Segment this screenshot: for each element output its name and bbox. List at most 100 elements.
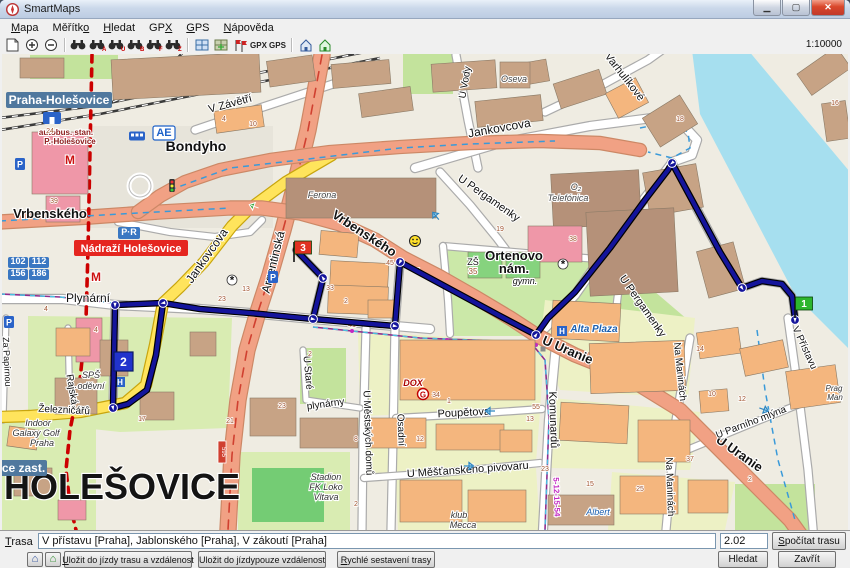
route-node	[111, 301, 120, 310]
map-label: O₂	[571, 182, 582, 192]
building	[111, 54, 261, 100]
quick-route-button[interactable]: Rychlé sestavení trasy	[337, 551, 435, 568]
g-letter: G	[420, 391, 426, 400]
building	[300, 418, 358, 448]
menu-item-6[interactable]: Nápověda	[217, 21, 281, 35]
route-node	[396, 258, 405, 267]
zoom-in-button[interactable]	[23, 37, 40, 53]
station-icon	[43, 112, 61, 124]
map-label: SPŠ	[82, 370, 100, 380]
map-label: P.-Holešovice	[44, 137, 96, 146]
house-number: 23	[218, 296, 226, 303]
bus-win	[140, 134, 143, 137]
bus-win	[136, 134, 139, 137]
p-letter: P	[6, 318, 12, 328]
p-letter: P	[17, 160, 23, 170]
house-number: 2	[308, 351, 312, 358]
badge-text: 186	[31, 268, 46, 278]
map-label: Plynární	[66, 291, 111, 305]
toolbar-separator	[291, 38, 292, 52]
house-blue-button[interactable]: ⌂	[27, 552, 43, 567]
distance-field[interactable]: 2.02	[720, 533, 768, 549]
building	[20, 58, 64, 78]
route-field[interactable]: V přístavu [Praha], Jablonského [Praha],…	[38, 533, 716, 549]
compute-route-button[interactable]: Spočítat trasu	[772, 532, 846, 550]
toolbar-separator	[64, 38, 65, 52]
route-node	[738, 284, 747, 293]
building	[559, 402, 629, 444]
close-dialog-button[interactable]: Zavřít	[778, 551, 836, 568]
metro-icon: M	[65, 153, 75, 167]
tram-stop	[350, 329, 354, 333]
close-button[interactable]: ✕	[811, 0, 845, 16]
search-binoculars-button-6[interactable]: Z	[165, 37, 182, 53]
zoom-out-button[interactable]	[42, 37, 59, 53]
menu-item-4[interactable]: GPX	[142, 21, 179, 35]
new-map-button[interactable]	[4, 37, 21, 53]
house-number: 10	[249, 121, 257, 128]
tl-green	[171, 189, 174, 192]
menu-item-1[interactable]: Mapa	[4, 21, 46, 35]
home-blue-button[interactable]	[297, 37, 314, 53]
save-distance-button[interactable]: Uložit do jízdy pouze vzdálenost	[198, 551, 326, 568]
maximize-button[interactable]: ▢	[782, 0, 810, 16]
map-label: Osadní	[394, 414, 406, 447]
svg-text:Z: Z	[178, 47, 182, 51]
home-green-button[interactable]	[316, 37, 333, 53]
house-number: 10	[708, 391, 716, 398]
house-number: 2	[344, 298, 348, 305]
house-green-icon: ⌂	[50, 555, 57, 564]
building	[500, 430, 532, 452]
house-number: 34	[432, 392, 440, 399]
search-binoculars-button-5[interactable]: F	[146, 37, 163, 53]
title-bar[interactable]: SmartMaps ▁ ▢ ✕	[0, 0, 850, 19]
grid-route-button[interactable]	[212, 37, 229, 53]
save-route-distance-button[interactable]: Uložit do jízdy trasu a vzdálenost	[64, 551, 192, 568]
route-node	[319, 274, 328, 283]
badge-text: AE	[156, 127, 171, 139]
toolbar-separator	[187, 38, 188, 52]
route-node	[309, 315, 318, 324]
trasa-label: Trasa	[5, 536, 33, 548]
search-binoculars-button-1[interactable]	[70, 37, 87, 53]
house-number: 2	[748, 476, 752, 483]
search-binoculars-button-4[interactable]: B	[127, 37, 144, 53]
grid-view-button[interactable]	[193, 37, 210, 53]
metro-icon: M	[91, 270, 101, 284]
gpx-button[interactable]: GPX	[250, 37, 267, 53]
smiley-icon	[410, 236, 421, 247]
map-viewport[interactable]: BondyhoVrbenskéhoVrbenskéhoPlynárníJanko…	[2, 54, 848, 530]
search-binoculars-button-3[interactable]: U	[108, 37, 125, 53]
search-binoculars-button-2[interactable]: A	[89, 37, 106, 53]
map-label: Galaxy Golf	[12, 428, 61, 438]
search-button[interactable]: Hledat	[718, 551, 768, 568]
eye	[412, 239, 414, 241]
house-number: 1	[447, 398, 451, 405]
house-number: 14	[696, 346, 704, 353]
station-door	[50, 117, 55, 124]
map-canvas[interactable]: BondyhoVrbenskéhoVrbenskéhoPlynárníJanko…	[2, 54, 848, 530]
tl-yellow	[171, 185, 174, 188]
tl-icon	[169, 179, 175, 192]
house-number: 16	[831, 100, 839, 107]
app-icon	[6, 3, 19, 16]
gps-button[interactable]: GPS	[269, 37, 286, 53]
menu-item-2[interactable]: Měřítko	[46, 21, 97, 35]
menu-item-3[interactable]: Hledat	[96, 21, 142, 35]
badge595-icon: 595	[218, 441, 226, 463]
route-flags-button[interactable]	[231, 37, 248, 53]
house-number: 13	[526, 416, 534, 423]
building	[56, 328, 90, 356]
minimize-button[interactable]: ▁	[753, 0, 781, 16]
badge-text: 102	[10, 256, 25, 266]
building	[190, 332, 216, 356]
menu-item-5[interactable]: GPS	[179, 21, 216, 35]
house-number: 12	[738, 396, 746, 403]
map-label: klub	[451, 510, 468, 520]
route-marker-2[interactable]: 2	[114, 352, 133, 371]
house-number: 33	[326, 285, 334, 292]
building	[368, 300, 396, 318]
building	[638, 420, 690, 462]
house-green-button[interactable]: ⌂	[45, 552, 61, 567]
P-icon: P	[15, 158, 25, 170]
